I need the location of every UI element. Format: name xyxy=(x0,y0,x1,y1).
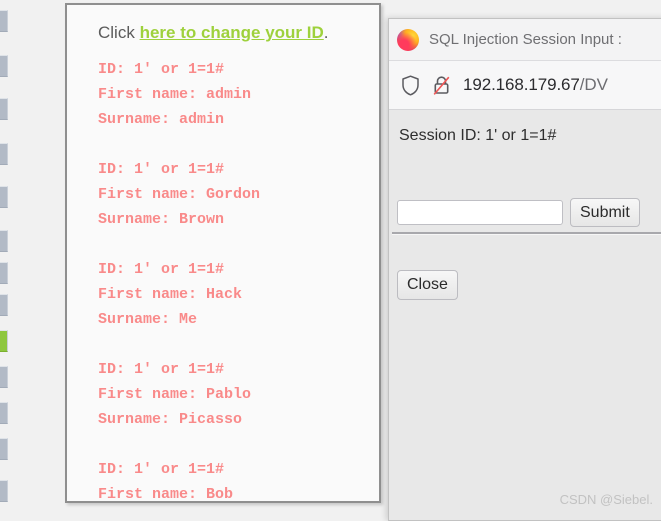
sidebar-nav-item-6[interactable] xyxy=(0,230,8,252)
submit-button[interactable]: Submit xyxy=(570,198,640,227)
sidebar-nav-item-9[interactable] xyxy=(0,330,8,352)
url-path: /DV xyxy=(579,75,608,94)
popup-url-bar[interactable]: 192.168.179.67/DV xyxy=(389,61,661,110)
sidebar-nav-item-12[interactable] xyxy=(0,438,8,460)
url-host: 192.168.179.67 xyxy=(463,75,580,94)
popup-divider xyxy=(392,232,661,235)
record-surname: Surname: Picasso xyxy=(98,411,243,428)
change-id-link[interactable]: here to change your ID xyxy=(140,23,324,42)
record-id: ID: 1' or 1=1# xyxy=(98,161,225,178)
record-id: ID: 1' or 1=1# xyxy=(98,361,225,378)
result-record: ID: 1' or 1=1# First name: Pablo Surname: … xyxy=(98,357,260,432)
record-surname: Surname: Brown xyxy=(98,211,225,228)
session-id-input[interactable] xyxy=(397,200,563,225)
sidebar-nav-item-1[interactable] xyxy=(0,10,8,32)
result-record: ID: 1' or 1=1# First name: Gordon Surname:… xyxy=(98,157,260,232)
popup-titlebar: SQL Injection Session Input : xyxy=(389,19,661,61)
sidebar-nav-item-2[interactable] xyxy=(0,55,8,77)
popup-browser-window: SQL Injection Session Input : 192.168.17… xyxy=(388,18,661,521)
close-button[interactable]: Close xyxy=(397,270,458,300)
sidebar-nav-item-13[interactable] xyxy=(0,480,8,502)
record-surname: Surname: admin xyxy=(98,111,225,128)
sql-injection-results: ID: 1' or 1=1# First name: admin Surname: … xyxy=(98,57,260,503)
popup-content-area: Session ID: 1' or 1=1# Submit Close xyxy=(389,110,661,520)
result-record: ID: 1' or 1=1# First name: Hack Surname: M… xyxy=(98,257,260,332)
firefox-icon xyxy=(397,28,419,51)
popup-window-title: SQL Injection Session Input : xyxy=(429,31,622,48)
result-record: ID: 1' or 1=1#First name: BobSurname: Sm… xyxy=(98,457,260,503)
result-record: ID: 1' or 1=1# First name: admin Surname: … xyxy=(98,57,260,132)
insecure-lock-icon[interactable] xyxy=(432,75,451,96)
record-first: First name: Pablo xyxy=(98,386,252,403)
sidebar-nav-item-10[interactable] xyxy=(0,366,8,388)
change-id-suffix: . xyxy=(323,23,329,42)
sidebar-nav-strip xyxy=(0,0,8,521)
sidebar-nav-item-8[interactable] xyxy=(0,294,8,316)
change-id-prefix: Click xyxy=(98,23,140,42)
record-id: ID: 1' or 1=1# xyxy=(98,461,225,478)
record-id: ID: 1' or 1=1# xyxy=(98,61,225,78)
change-id-line: Click here to change your ID. xyxy=(98,23,329,43)
sidebar-nav-item-4[interactable] xyxy=(0,143,8,165)
record-id: ID: 1' or 1=1# xyxy=(98,261,225,278)
url-text[interactable]: 192.168.179.67/DV xyxy=(463,75,608,95)
shield-icon[interactable] xyxy=(401,74,420,96)
record-first: First name: Bob xyxy=(98,486,234,503)
sidebar-nav-item-5[interactable] xyxy=(0,186,8,208)
sidebar-nav-item-3[interactable] xyxy=(0,98,8,120)
session-id-label: Session ID: 1' or 1=1# xyxy=(399,127,557,144)
record-first: First name: Hack xyxy=(98,286,243,303)
record-first: First name: admin xyxy=(98,86,252,103)
record-first: First name: Gordon xyxy=(98,186,261,203)
sidebar-nav-item-7[interactable] xyxy=(0,262,8,284)
record-surname: Surname: Me xyxy=(98,311,198,328)
content-panel: Click here to change your ID. ID: 1' or … xyxy=(65,3,381,503)
sidebar-nav-item-11[interactable] xyxy=(0,402,8,424)
watermark: CSDN @Siebel. xyxy=(559,492,653,507)
